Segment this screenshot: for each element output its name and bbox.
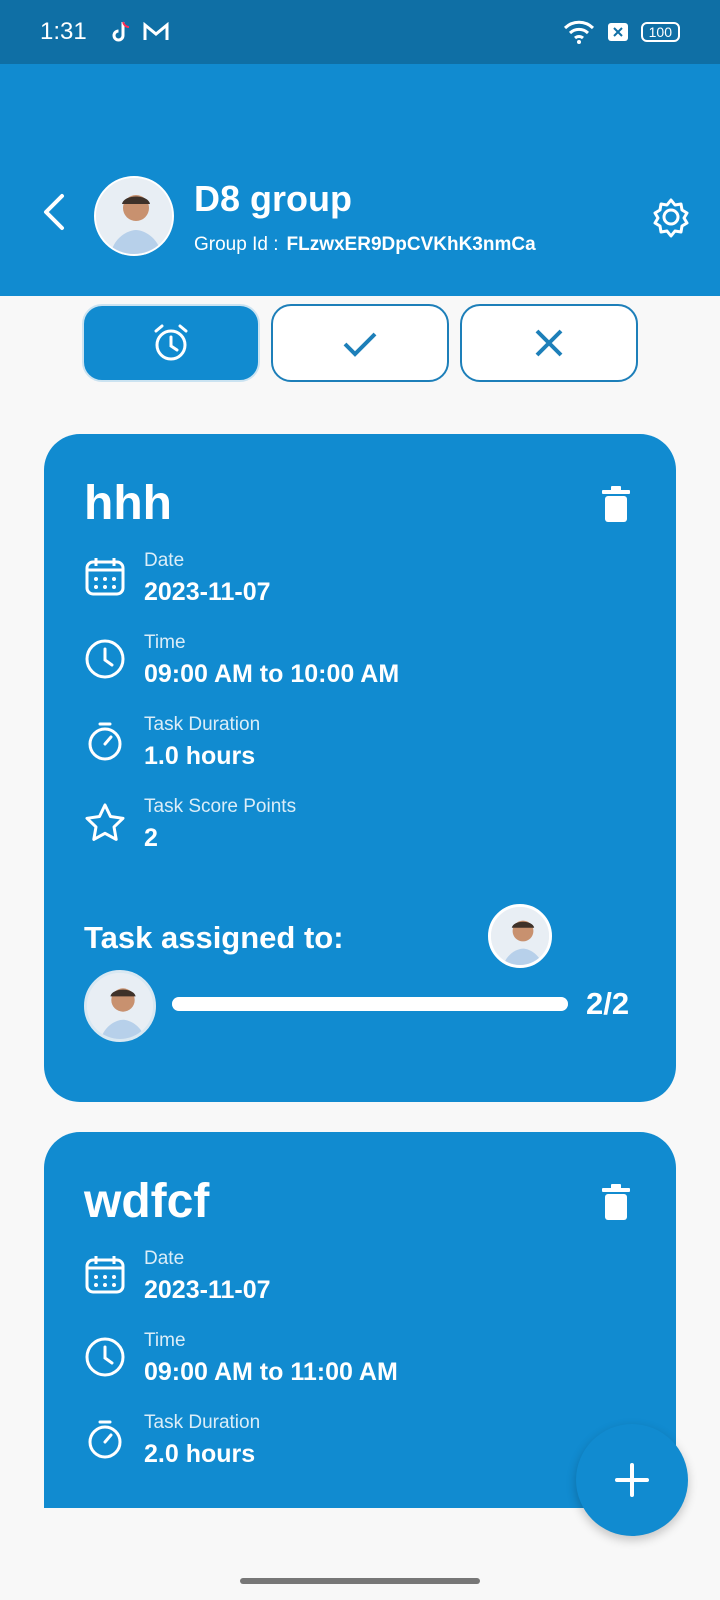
duration-label: Task Duration [144, 1412, 261, 1433]
task-card[interactable]: hhh Date 2023-11-07 Time 09:00 AM to 10:… [44, 434, 676, 1102]
star-icon [85, 803, 125, 841]
date-row: Date 2023-11-07 [84, 1248, 271, 1305]
delete-icon[interactable] [600, 1182, 632, 1222]
duration-row: Task Duration 1.0 hours [84, 714, 260, 771]
time-value: 09:00 AM to 10:00 AM [144, 660, 400, 688]
person-avatar-icon [96, 178, 172, 254]
date-value: 2023-11-07 [144, 578, 271, 606]
battery-indicator: 100 [640, 22, 680, 42]
date-row: Date 2023-11-07 [84, 550, 271, 607]
duration-row: Task Duration 2.0 hours [84, 1412, 260, 1469]
date-value: 2023-11-07 [144, 1276, 271, 1304]
check-icon [343, 332, 377, 357]
clock-icon [85, 1337, 125, 1377]
timer-icon [88, 722, 122, 761]
status-bar: 1:31 100 [0, 0, 720, 64]
points-value: 2 [144, 824, 158, 852]
duration-value: 2.0 hours [144, 1440, 256, 1468]
timer-icon [88, 1420, 122, 1459]
date-label: Date [144, 550, 185, 571]
time-row: Time 09:00 AM to 10:00 AM [84, 632, 399, 689]
status-right-icons: 100 [563, 20, 680, 44]
delete-icon[interactable] [600, 484, 632, 524]
tab-completed[interactable] [271, 304, 449, 382]
calendar-icon [85, 558, 125, 596]
back-icon[interactable] [38, 192, 70, 232]
duration-label: Task Duration [144, 714, 261, 735]
duration-value: 1.0 hours [144, 742, 256, 770]
member-avatar[interactable] [84, 970, 156, 1042]
add-task-button[interactable] [576, 1424, 688, 1536]
task-title: wdfcf [84, 1175, 210, 1228]
person-avatar-icon [87, 973, 153, 1039]
progress-fill [172, 997, 568, 1011]
status-time: 1:31 [40, 18, 87, 45]
group-id-row: Group Id : FLzwxER9DpCVKhK3nmCa [194, 234, 536, 256]
progress-text: 2/2 [586, 986, 630, 1021]
wifi-icon [563, 20, 594, 44]
alarm-icon [154, 324, 188, 361]
tab-pending[interactable] [82, 304, 260, 382]
time-label: Time [144, 1330, 186, 1351]
tiktok-icon [112, 21, 129, 42]
tab-rejected[interactable] [460, 304, 638, 382]
time-value: 09:00 AM to 11:00 AM [144, 1358, 398, 1386]
calendar-icon [85, 1256, 125, 1294]
task-title: hhh [84, 477, 172, 530]
task-filter-tabs [0, 304, 720, 382]
battery-level: 100 [648, 24, 672, 40]
time-row: Time 09:00 AM to 11:00 AM [84, 1330, 398, 1387]
time-label: Time [144, 632, 186, 653]
person-avatar-icon [491, 907, 549, 965]
assigned-title: Task assigned to: [84, 920, 344, 955]
progress-bar [172, 997, 568, 1011]
group-name: D8 group [194, 178, 352, 219]
group-id-label: Group Id : [194, 234, 279, 255]
close-icon [535, 329, 563, 357]
points-row: Task Score Points 2 [84, 796, 296, 853]
group-avatar[interactable] [94, 176, 174, 256]
home-indicator[interactable] [240, 1578, 480, 1584]
group-id-value: FLzwxER9DpCVKhK3nmCa [286, 234, 536, 255]
assigned-avatar[interactable] [488, 904, 552, 968]
system-navigation-bar [0, 1566, 720, 1600]
close-box-icon [607, 23, 628, 41]
plus-icon [615, 1463, 649, 1497]
task-card[interactable]: wdfcf Date 2023-11-07 Time 09:00 AM to 1… [44, 1132, 676, 1508]
gmail-icon [143, 22, 169, 40]
clock-icon [85, 639, 125, 679]
settings-icon[interactable] [650, 196, 692, 238]
group-header: D8 group Group Id : FLzwxER9DpCVKhK3nmCa [0, 64, 720, 296]
points-label: Task Score Points [144, 796, 297, 817]
date-label: Date [144, 1248, 185, 1269]
status-left-icons [109, 20, 169, 44]
